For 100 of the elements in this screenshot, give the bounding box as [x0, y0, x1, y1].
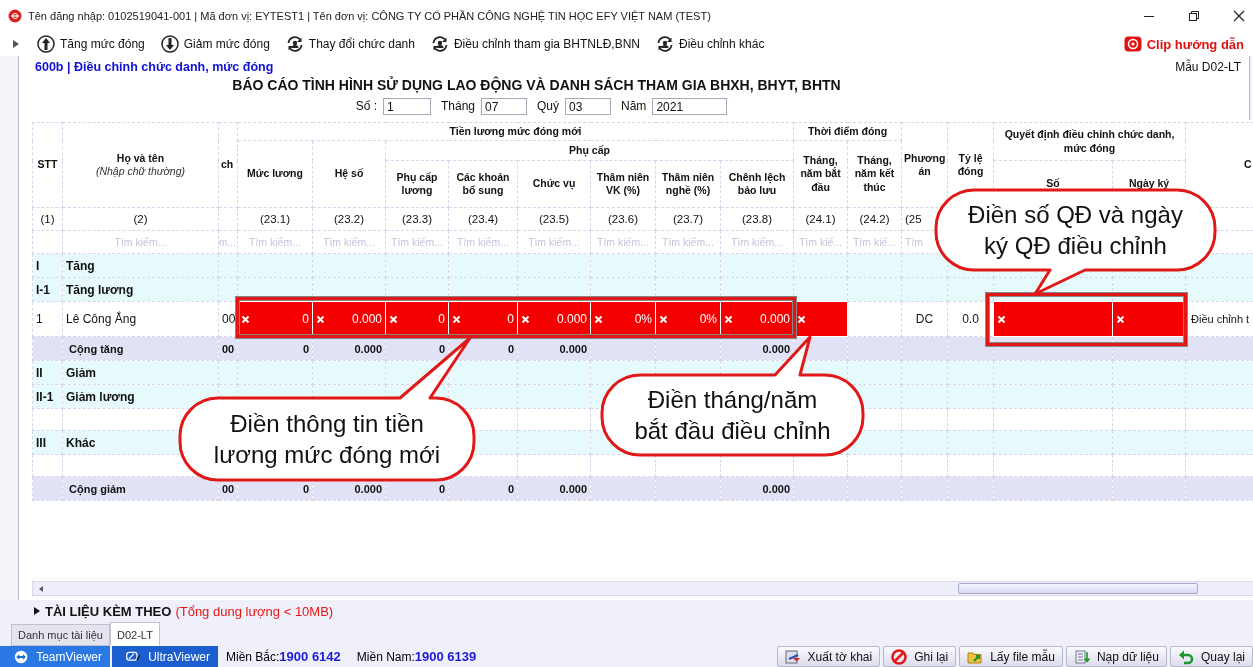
- export-icon: [784, 648, 801, 665]
- person-arrows-icon: [656, 35, 674, 53]
- column-number: (24.1): [793, 207, 848, 231]
- field-label: Năm: [621, 99, 647, 113]
- action-button[interactable]: Xuất tờ khai: [776, 646, 881, 667]
- column-number: (23.5): [517, 207, 591, 231]
- scroll-thumb[interactable]: [958, 583, 1198, 594]
- arrows-icon: [14, 648, 29, 665]
- input-field[interactable]: [1112, 301, 1186, 337]
- list-icon: [1073, 648, 1090, 665]
- table-cell: 00: [218, 336, 238, 361]
- column-header: STT: [32, 122, 63, 208]
- input-field[interactable]: 0.000: [517, 301, 591, 337]
- clear-icon[interactable]: [659, 314, 668, 324]
- table-cell: 1: [32, 301, 63, 337]
- expand-icon[interactable]: [34, 607, 40, 615]
- column-group-header: Phụ cấp: [385, 140, 794, 161]
- clear-icon[interactable]: [241, 314, 250, 324]
- field-value: 0%: [699, 312, 717, 326]
- callout-text: Điền tháng/năm bắt đầu điều chỉnh: [634, 384, 831, 446]
- table-cell: Giảm: [62, 360, 219, 385]
- column-header: Thâm niên nghề (%): [655, 160, 721, 208]
- input-field[interactable]: 1: [383, 97, 431, 115]
- column-header: Họ và tên: [116, 151, 165, 164]
- input-field[interactable]: 0: [385, 301, 449, 337]
- clear-icon[interactable]: [997, 314, 1007, 324]
- input-field[interactable]: 0: [448, 301, 518, 337]
- action-button[interactable]: Quay lại: [1169, 646, 1253, 667]
- column-number: (23.4): [448, 207, 518, 231]
- column-group-header: Quyết định điều chỉnh chức danh, mức đóng: [993, 122, 1186, 161]
- column-number: (23.7): [655, 207, 721, 231]
- size-note: (Tổng dung lượng < 10MB): [175, 603, 334, 619]
- clear-icon[interactable]: [1116, 314, 1126, 324]
- clear-icon[interactable]: [316, 314, 325, 324]
- toolbar-button[interactable]: Tăng mức đóng: [34, 33, 148, 55]
- input-field[interactable]: 2021: [652, 97, 728, 115]
- input-field[interactable]: [993, 301, 1113, 337]
- column-header: ch: [218, 122, 238, 208]
- field-label: Tháng: [441, 99, 475, 113]
- table-cell: II: [32, 360, 63, 385]
- scrollbar[interactable]: [32, 581, 1253, 596]
- column-note: (Nhập chữ thường): [94, 165, 187, 179]
- table-cell: III: [32, 430, 63, 455]
- expand-icon[interactable]: [13, 40, 20, 48]
- hotline-label: Miền Nam:: [356, 649, 415, 664]
- toolbar-button[interactable]: Giảm mức đóng: [157, 33, 273, 55]
- clear-icon[interactable]: [724, 314, 733, 324]
- field-value: 0: [438, 312, 445, 326]
- tab[interactable]: Danh mục tài liệu: [11, 624, 110, 646]
- table-cell: II-1: [32, 384, 63, 409]
- clear-icon[interactable]: [594, 314, 603, 324]
- toolbar-button[interactable]: Điều chỉnh tham gia BHTNLĐ,BNN: [427, 33, 643, 55]
- toolbar-button[interactable]: Điều chỉnh khác: [653, 33, 768, 55]
- close-icon[interactable]: [1233, 10, 1245, 22]
- person-arrows-icon: [430, 35, 449, 53]
- table-cell: 0.000: [312, 336, 386, 361]
- table-cell: 0.000: [720, 476, 794, 501]
- action-button[interactable]: Ghi lại: [883, 646, 957, 667]
- field-label: Quý: [537, 99, 560, 113]
- column-header: Thâm niên VK (%): [590, 160, 656, 208]
- input-field[interactable]: 0%: [655, 301, 721, 337]
- input-field[interactable]: 0%: [590, 301, 656, 337]
- action-button[interactable]: Lấy file mẫu: [959, 646, 1063, 667]
- remote-button[interactable]: UltraViewer: [112, 646, 218, 667]
- table-cell: Cộng tăng: [62, 336, 219, 361]
- clear-icon[interactable]: [521, 314, 530, 324]
- clear-icon[interactable]: [797, 314, 807, 324]
- restore-icon[interactable]: [1188, 10, 1200, 22]
- hotline-number: 1900 6139: [414, 649, 477, 664]
- video-icon: [1123, 36, 1142, 52]
- report-title: BÁO CÁO TÌNH HÌNH SỬ DỤNG LAO ĐỘNG VÀ DANH SÁCH THAM GIA BHXH, BHYT, BHTN: [232, 77, 841, 93]
- column-header: Mức lương: [237, 140, 313, 208]
- column-number: (25: [905, 213, 922, 225]
- column-header: Phụ cấp lương: [385, 160, 449, 208]
- column-group-header: Thời điểm đóng: [793, 122, 902, 141]
- column-number: (23.8): [720, 207, 794, 231]
- clear-icon[interactable]: [389, 314, 398, 324]
- table-cell: 0.000: [517, 476, 591, 501]
- remote-label: TeamViewer: [36, 649, 102, 664]
- tab[interactable]: D02-LT: [110, 622, 160, 646]
- input-field[interactable]: 07: [481, 97, 527, 115]
- toolbar-button[interactable]: Thay đổi chức danh: [282, 33, 418, 55]
- hotline-number: 1900 6142: [279, 649, 341, 664]
- field-label: Số :: [355, 99, 377, 113]
- column-header: Hệ số: [312, 140, 386, 208]
- help-video-button[interactable]: Clip hướng dẫn: [1120, 33, 1247, 55]
- person-arrows-icon: [285, 35, 304, 53]
- scroll-left-icon[interactable]: [37, 584, 45, 593]
- input-field[interactable]: 0.000: [312, 301, 386, 337]
- input-field[interactable]: 03: [565, 97, 612, 115]
- column-number: (1): [32, 207, 63, 231]
- form-title: 600b | Điều chỉnh chức danh, mức đóng: [35, 60, 274, 74]
- column-number: (23.1): [237, 207, 313, 231]
- field-value: 0: [507, 312, 514, 326]
- action-button[interactable]: Nạp dữ liệu: [1065, 646, 1167, 667]
- clear-icon[interactable]: [452, 314, 461, 324]
- column-group-header: Tiền lương mức đóng mới: [237, 122, 794, 141]
- field-value: 0.000: [556, 312, 587, 326]
- undo-icon: [1177, 648, 1194, 665]
- remote-button[interactable]: TeamViewer: [0, 646, 110, 667]
